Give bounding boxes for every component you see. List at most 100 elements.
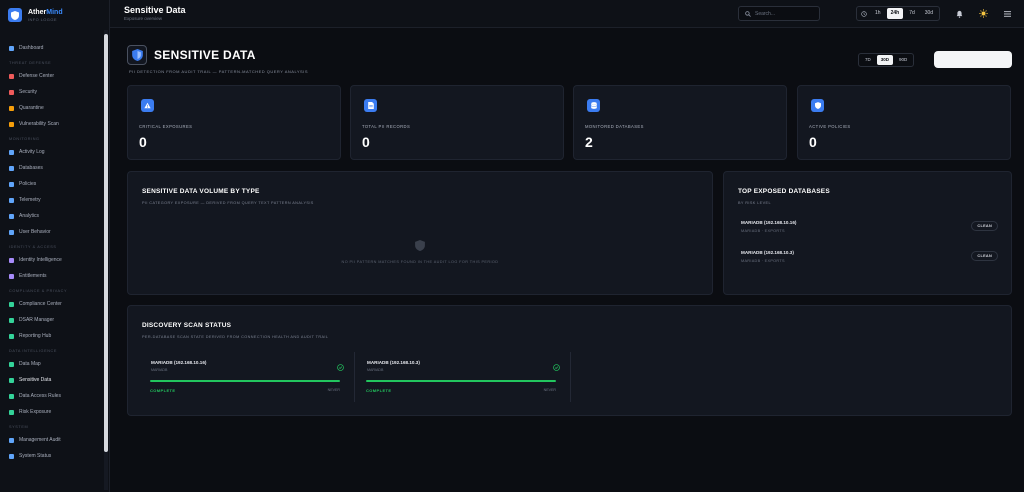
sidebar-item-security[interactable]: Security — [0, 84, 104, 100]
sidebar-item-defense-center[interactable]: Defense Center — [0, 68, 104, 84]
clock-icon — [859, 10, 869, 17]
sidebar-scrollbar-thumb[interactable] — [104, 34, 108, 452]
database-type: MARIADB · EXPORTS — [741, 259, 785, 263]
volume-empty-text: NO PII PATTERN MATCHES FOUND IN THE AUDI… — [341, 260, 499, 264]
range-1h[interactable]: 1h — [871, 8, 885, 19]
doc-icon — [9, 437, 14, 443]
sidebar-item-data-map[interactable]: Data Map — [0, 356, 104, 372]
topbar: Sensitive Data Exposure overview Search.… — [110, 0, 1024, 28]
exposed-database-row[interactable]: MARIADB (192.168.10.16) MARIADB · EXPORTS… — [741, 220, 998, 240]
brand-name: AtherMind — [28, 8, 63, 16]
sidebar-item-policies[interactable]: Policies — [0, 176, 104, 192]
page-title: SENSITIVE DATA — [154, 48, 256, 62]
sidebar-item-label: Data Access Rules — [19, 393, 61, 399]
brand-subtitle: INFO LOGGE — [28, 16, 57, 22]
status-badge: CLEAN — [971, 221, 998, 231]
database-name: MARIADB (192.168.10.3) — [741, 250, 794, 255]
sidebar-item-label: Defense Center — [19, 73, 55, 79]
sidebar-item-entitlements[interactable]: Entitlements — [0, 268, 104, 284]
shield-icon — [9, 181, 14, 187]
kpi-card: ACTIVE POLICIES 0 — [797, 85, 1011, 160]
page-range-90d[interactable]: 90D — [895, 55, 911, 65]
sidebar-item-risk-exposure[interactable]: Risk Exposure — [0, 404, 104, 420]
kpi-label: MONITORED DATABASES — [585, 124, 644, 129]
bell-icon[interactable] — [952, 6, 967, 21]
sidebar-item-compliance-center[interactable]: Compliance Center — [0, 296, 104, 312]
sidebar-section-title: MONITORING — [9, 137, 40, 141]
kpi-value: 0 — [362, 134, 370, 150]
file-icon — [364, 99, 377, 112]
eye-icon — [9, 377, 14, 383]
page-header: SENSITIVE DATA — [127, 45, 256, 65]
check-circle-icon — [553, 358, 560, 376]
sidebar-item-label: Entitlements — [19, 273, 47, 279]
range-30d[interactable]: 30d — [921, 8, 937, 19]
sidebar-item-user-behavior[interactable]: User Behavior — [0, 224, 104, 240]
sidebar-item-databases[interactable]: Databases — [0, 160, 104, 176]
rules-icon — [9, 393, 14, 399]
kpi-value: 2 — [585, 134, 593, 150]
sidebar-item-reporting-hub[interactable]: Reporting Hub — [0, 328, 104, 344]
sidebar-item-dsar-manager[interactable]: DSAR Manager — [0, 312, 104, 328]
kpi-label: ACTIVE POLICIES — [809, 124, 851, 129]
volume-subtitle: PII CATEGORY EXPOSURE — DERIVED FROM QUE… — [142, 201, 314, 205]
users-icon — [9, 229, 14, 235]
shield-icon — [9, 89, 14, 95]
sidebar-item-label: Identity Intelligence — [19, 257, 62, 263]
scan-last-run: NEVER — [543, 388, 556, 392]
range-24h[interactable]: 24h — [886, 8, 904, 19]
shield-icon — [811, 99, 824, 112]
sidebar-item-vulnerability-scan[interactable]: Vulnerability Scan — [0, 116, 104, 132]
pulse-icon — [9, 197, 14, 203]
sidebar: AtherMind INFO LOGGE Dashboard THREAT DEF… — [0, 0, 110, 492]
page-range-30d[interactable]: 30D — [876, 55, 894, 65]
kpi-value: 0 — [809, 134, 817, 150]
kpi-card: TOTAL PII RECORDS 0 — [350, 85, 564, 160]
topbar-title: Sensitive Data — [124, 5, 186, 15]
search-icon — [9, 317, 14, 323]
export-button[interactable] — [934, 51, 1012, 68]
doc-icon — [9, 301, 14, 307]
home-icon — [9, 45, 14, 51]
sidebar-item-label: System Status — [19, 453, 52, 459]
range-7d[interactable]: 7d — [905, 8, 919, 19]
sidebar-item-identity-intelligence[interactable]: Identity Intelligence — [0, 252, 104, 268]
sun-icon[interactable] — [976, 6, 991, 21]
main-content: SENSITIVE DATA PII DETECTION FROM AUDIT … — [116, 30, 1020, 492]
sidebar-item-label: Management Audit — [19, 437, 61, 443]
volume-empty-state: NO PII PATTERN MATCHES FOUND IN THE AUDI… — [128, 238, 712, 264]
exposed-database-row[interactable]: MARIADB (192.168.10.3) MARIADB · EXPORTS C… — [741, 250, 998, 270]
kpi-card: MONITORED DATABASES 2 — [573, 85, 787, 160]
scan-title: DISCOVERY SCAN STATUS — [142, 322, 232, 329]
sidebar-item-data-access-rules[interactable]: Data Access Rules — [0, 388, 104, 404]
scan-subtitle: PER-DATABASE SCAN STATE DERIVED FROM CON… — [142, 335, 329, 339]
scan-status-label: COMPLETE — [150, 388, 176, 393]
sidebar-item-sensitive-data[interactable]: Sensitive Data — [0, 372, 104, 388]
search-input[interactable]: Search... — [738, 6, 820, 21]
sidebar-section-title: SYSTEM — [9, 425, 29, 429]
sidebar-item-label: Databases — [19, 165, 43, 171]
scan-status-card: DISCOVERY SCAN STATUS PER-DATABASE SCAN … — [127, 305, 1012, 416]
rocket-icon — [9, 73, 14, 79]
topbar-subtitle: Exposure overview — [124, 16, 163, 21]
menu-icon[interactable] — [1000, 6, 1015, 21]
sidebar-item-quarantine[interactable]: Quarantine — [0, 100, 104, 116]
warning-icon — [141, 99, 154, 112]
page-range-7d[interactable]: 7D — [861, 55, 875, 65]
sidebar-item-management-audit[interactable]: Management Audit — [0, 432, 104, 448]
scan-progress-bar — [366, 380, 556, 382]
sidebar-item-label: Telemetry — [19, 197, 41, 203]
database-name: MARIADB (192.168.10.16) — [741, 220, 797, 225]
sidebar-item-label: Vulnerability Scan — [19, 121, 59, 127]
sidebar-item-telemetry[interactable]: Telemetry — [0, 192, 104, 208]
sidebar-item-system-status[interactable]: System Status — [0, 448, 104, 464]
sidebar-section-title: COMPLIANCE & PRIVACY — [9, 289, 68, 293]
check-circle-icon — [337, 358, 344, 376]
sidebar-item-activity-log[interactable]: Activity Log — [0, 144, 104, 160]
sidebar-item-dashboard[interactable]: Dashboard — [0, 40, 104, 56]
sidebar-item-analytics[interactable]: Analytics — [0, 208, 104, 224]
scan-database-type: MARIADB — [151, 368, 168, 372]
database-icon — [9, 165, 14, 171]
scan-database-type: MARIADB — [367, 368, 384, 372]
brand[interactable]: AtherMind INFO LOGGE — [8, 8, 63, 22]
